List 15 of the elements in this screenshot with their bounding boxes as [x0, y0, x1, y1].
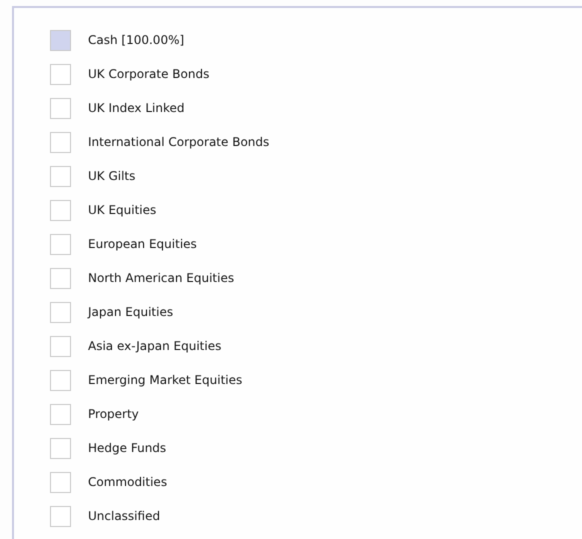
- legend-label: Asia ex-Japan Equities: [88, 339, 222, 353]
- legend-label: UK Equities: [88, 203, 156, 217]
- legend-label: Commodities: [88, 475, 168, 489]
- legend-label: Hedge Funds: [88, 441, 166, 455]
- legend-label: Cash [100.00%]: [88, 33, 184, 47]
- legend-label: UK Index Linked: [88, 101, 184, 115]
- legend-label: UK Corporate Bonds: [88, 67, 210, 81]
- legend-label: North American Equities: [88, 271, 234, 285]
- legend-label: UK Gilts: [88, 169, 136, 183]
- legend-label: Unclassified: [88, 509, 160, 523]
- legend-label: International Corporate Bonds: [88, 135, 270, 149]
- legend-label: Emerging Market Equities: [88, 373, 242, 387]
- legend-label: European Equities: [88, 237, 197, 251]
- legend-label: Property: [88, 407, 139, 421]
- legend-label: Japan Equities: [88, 305, 174, 319]
